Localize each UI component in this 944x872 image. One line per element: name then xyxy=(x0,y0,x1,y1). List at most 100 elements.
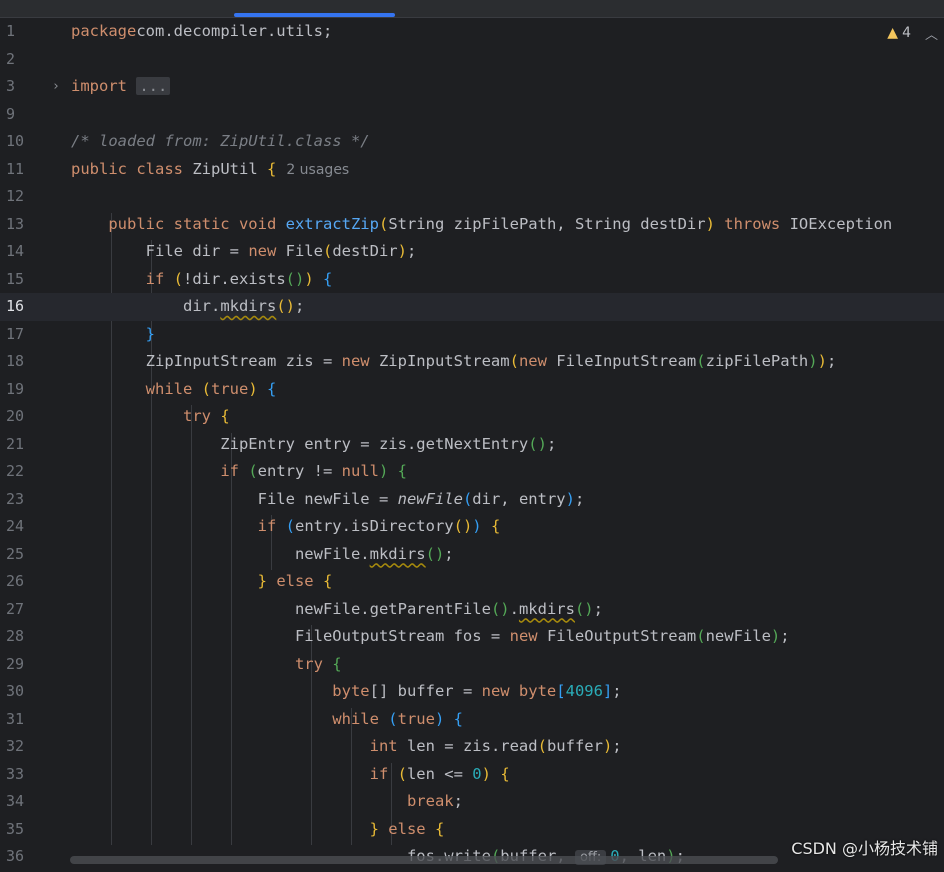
line-number: 25 xyxy=(6,544,25,563)
line-number: 12 xyxy=(6,187,25,205)
line-number: 20 xyxy=(6,407,25,425)
code-line[interactable]: 27 newFile.getParentFile().mkdirs(); xyxy=(0,596,944,624)
line-number: 19 xyxy=(6,379,25,398)
warning-underline: mkdirs xyxy=(518,599,575,618)
code-text: while (true) { xyxy=(145,379,277,398)
code-line[interactable]: 34 break; xyxy=(0,788,944,816)
code-line[interactable]: 13 public static void extractZip(String … xyxy=(0,211,944,239)
code-line[interactable]: 30 byte[] buffer = new byte[4096]; xyxy=(0,678,944,706)
code-line[interactable]: 23 File newFile = newFile(dir, entry); xyxy=(0,486,944,514)
code-text: int len = zis.read(buffer); xyxy=(369,737,622,755)
code-line[interactable]: 32 int len = zis.read(buffer); xyxy=(0,733,944,761)
code-line[interactable]: 12 xyxy=(0,183,944,211)
code-text: try { xyxy=(294,654,342,673)
code-text: File newFile = newFile(dir, entry); xyxy=(71,489,585,508)
code-text: newFile.getParentFile().mkdirs(); xyxy=(71,599,603,618)
warning-triangle-icon: ▲ xyxy=(887,25,899,41)
code-line[interactable]: 18 ZipInputStream zis = new ZipInputStre… xyxy=(0,348,944,376)
code-line[interactable]: 17 } xyxy=(0,321,944,349)
line-number: 1 xyxy=(6,22,16,40)
code-line[interactable]: 16 dir.mkdirs(); xyxy=(0,293,944,321)
code-text: if (entry != null) { xyxy=(220,462,407,480)
fold-chevron-icon[interactable]: › xyxy=(52,73,60,101)
folded-imports[interactable]: ... xyxy=(136,77,171,95)
line-number: 17 xyxy=(6,324,25,343)
line-number: 32 xyxy=(6,737,25,755)
usages-hint[interactable]: 2 usages xyxy=(286,162,349,178)
code-line[interactable]: 26 } else { xyxy=(0,568,944,596)
line-number: 29 xyxy=(6,654,25,673)
line-number: 3 xyxy=(6,77,16,95)
code-text: } xyxy=(145,324,155,343)
line-number: 18 xyxy=(6,352,25,370)
line-number: 33 xyxy=(6,764,25,783)
watermark: CSDN @小杨技术铺 xyxy=(791,839,938,858)
line-number: 9 xyxy=(6,104,16,123)
code-text: if (entry.isDirectory()) { xyxy=(257,517,501,535)
code-text: FileOutputStream fos = new FileOutputStr… xyxy=(71,627,790,645)
code-line[interactable]: 11 public class ZipUtil {2 usages xyxy=(0,156,944,184)
code-text: newFile.mkdirs(); xyxy=(71,544,454,563)
line-number: 23 xyxy=(6,489,25,508)
code-line[interactable]: 14 File dir = new File(destDir); xyxy=(0,238,944,266)
warning-underline: mkdirs xyxy=(220,297,277,315)
code-text: break; xyxy=(406,792,463,810)
code-line[interactable]: 31 while (true) { xyxy=(0,706,944,734)
code-text: public static void extractZip(String zip… xyxy=(108,214,893,233)
code-text: while (true) { xyxy=(332,709,463,728)
code-text: } else { xyxy=(257,572,333,590)
line-number: 11 xyxy=(6,159,25,178)
code-line[interactable]: 22 if (entry != null) { xyxy=(0,458,944,486)
code-text: import ... xyxy=(71,73,171,101)
warning-count: 4 xyxy=(902,25,911,41)
line-number: 36 xyxy=(6,847,25,865)
line-number: 28 xyxy=(6,627,25,645)
code-line[interactable]: 28 FileOutputStream fos = new FileOutput… xyxy=(0,623,944,651)
inspection-widget[interactable]: ▲ 4 ︿ xyxy=(887,22,938,44)
code-text: } else { xyxy=(369,819,445,838)
code-line[interactable]: 3 › import ... xyxy=(0,73,944,101)
editor-tab-bar xyxy=(0,0,944,18)
code-line[interactable]: 15 if (!dir.exists()) { xyxy=(0,266,944,294)
code-line[interactable]: 19 while (true) { xyxy=(0,376,944,404)
code-line[interactable]: 10 /* loaded from: ZipUtil.class */ xyxy=(0,128,944,156)
code-line[interactable]: 25 newFile.mkdirs(); xyxy=(0,541,944,569)
code-text: public class ZipUtil {2 usages xyxy=(71,159,350,178)
code-text: if (len <= 0) { xyxy=(369,764,510,783)
line-number: 14 xyxy=(6,242,25,260)
line-number: 10 xyxy=(6,132,25,150)
line-number: 22 xyxy=(6,462,25,480)
code-text: ZipEntry entry = zis.getNextEntry(); xyxy=(71,434,557,453)
code-text: if (!dir.exists()) { xyxy=(145,269,333,288)
code-text: ZipInputStream zis = new ZipInputStream(… xyxy=(71,352,837,370)
warning-underline: mkdirs xyxy=(369,544,426,563)
code-text: dir.mkdirs(); xyxy=(71,297,305,315)
code-line[interactable]: 20 try { xyxy=(0,403,944,431)
chevron-up-icon[interactable]: ︿ xyxy=(925,24,938,43)
active-tab-indicator xyxy=(234,13,395,17)
line-number: 13 xyxy=(6,214,25,233)
code-line[interactable]: 2 xyxy=(0,46,944,74)
code-text: try { xyxy=(182,407,230,425)
line-number: 35 xyxy=(6,819,25,838)
line-number: 34 xyxy=(6,792,25,810)
line-number: 26 xyxy=(6,572,25,590)
line-number: 15 xyxy=(6,269,25,288)
line-number: 30 xyxy=(6,682,25,700)
code-line[interactable]: 29 try { xyxy=(0,651,944,679)
line-number: 31 xyxy=(6,709,25,728)
code-line[interactable]: 24 if (entry.isDirectory()) { xyxy=(0,513,944,541)
code-line[interactable]: 33 if (len <= 0) { xyxy=(0,761,944,789)
code-editor[interactable]: 1 packagecom.decompiler.utils; 2 3 › import .… xyxy=(0,18,944,865)
line-number: 21 xyxy=(6,434,25,453)
line-number: 2 xyxy=(6,49,16,68)
line-number: 27 xyxy=(6,599,25,618)
line-number: 24 xyxy=(6,517,25,535)
code-text: File dir = new File(destDir); xyxy=(71,242,417,260)
horizontal-scrollbar[interactable] xyxy=(70,856,778,864)
code-line[interactable]: 21 ZipEntry entry = zis.getNextEntry(); xyxy=(0,431,944,459)
code-line[interactable]: 9 xyxy=(0,101,944,129)
code-line[interactable]: 1 packagecom.decompiler.utils; xyxy=(0,18,944,46)
line-number: 16 xyxy=(6,297,25,315)
code-text: /* loaded from: ZipUtil.class */ xyxy=(71,132,370,150)
